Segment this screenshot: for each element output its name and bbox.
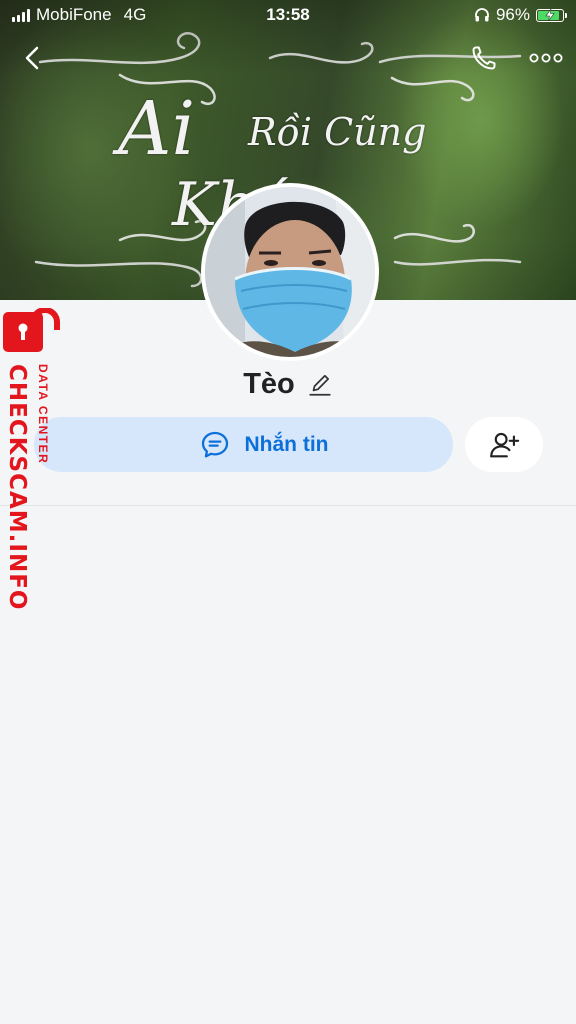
more-button[interactable] <box>528 40 564 76</box>
cover-script-line1: Ai <box>118 86 196 172</box>
watermark-text: CHECKSCAM.INFO <box>4 364 30 611</box>
message-button[interactable]: Nhắn tin <box>34 417 453 472</box>
section-divider <box>0 505 576 506</box>
add-friend-button[interactable] <box>465 417 543 472</box>
call-button[interactable] <box>466 40 502 76</box>
status-right: 96% <box>474 5 567 25</box>
lock-icon <box>3 308 60 352</box>
battery-percent: 96% <box>495 5 530 24</box>
cover-script-line2: Rồi Cũng <box>248 110 427 154</box>
chevron-left-icon <box>25 46 39 70</box>
watermark-subtext: DATA CENTER <box>36 364 50 465</box>
phone-icon <box>472 46 496 70</box>
back-button[interactable] <box>14 40 50 76</box>
pencil-icon[interactable] <box>307 372 333 398</box>
message-label: Nhắn tin <box>244 432 329 456</box>
more-dots-icon <box>529 53 563 63</box>
add-user-icon <box>490 432 520 457</box>
avatar[interactable] <box>201 183 379 361</box>
status-bar: MobiFone 4G 13:58 96% <box>0 0 576 30</box>
profile-name: Tèo <box>243 368 295 400</box>
battery-icon <box>536 8 567 22</box>
profile-name-row: Tèo <box>0 368 576 401</box>
headphones-icon <box>475 8 489 22</box>
avatar-photo <box>205 187 375 357</box>
chat-bubble-icon <box>201 431 228 457</box>
